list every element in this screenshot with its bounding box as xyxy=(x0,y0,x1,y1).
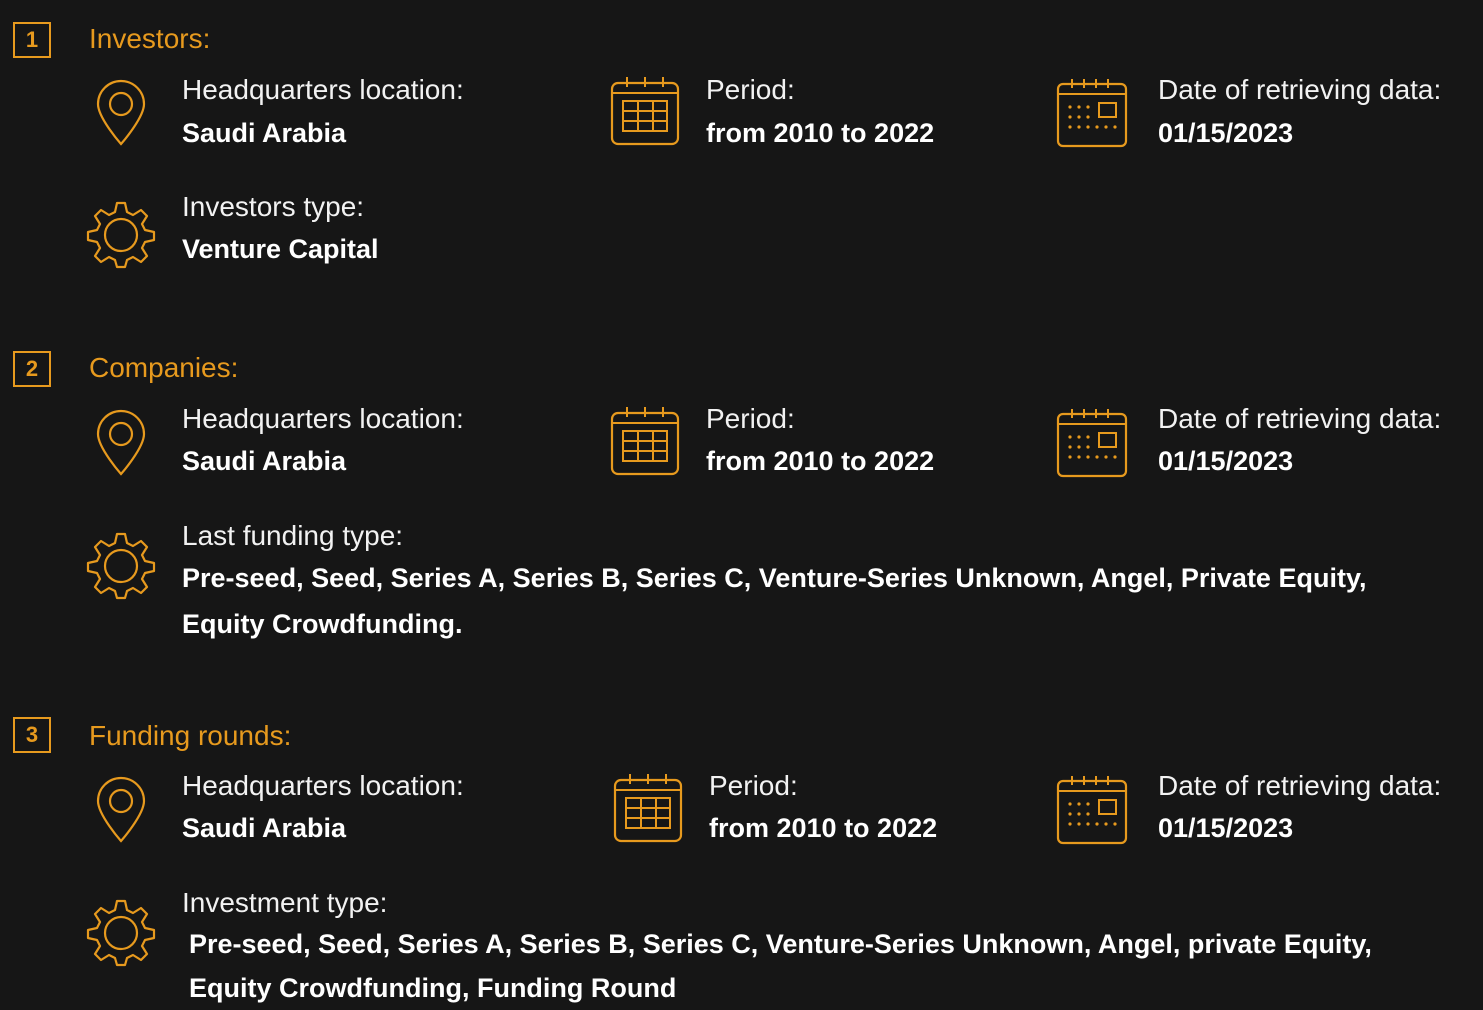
location-label: Headquarters location: xyxy=(182,770,464,801)
type-value: Pre-seed, Seed, Series A, Series B, Seri… xyxy=(189,929,1372,1003)
period-value: from 2010 to 2022 xyxy=(706,446,935,476)
period-value: from 2010 to 2022 xyxy=(709,813,938,843)
calendar-grid-icon xyxy=(609,75,681,147)
type-label: Investors type: xyxy=(182,191,365,222)
date-label: Date of retrieving data: xyxy=(1158,770,1442,801)
section-title: Investors: xyxy=(89,23,211,54)
location-label: Headquarters location: xyxy=(182,403,464,434)
period-value: from 2010 to 2022 xyxy=(706,118,935,148)
period-label: Period: xyxy=(706,403,795,434)
calendar-dots-icon xyxy=(1056,775,1128,845)
gear-icon xyxy=(86,199,156,269)
gear-icon xyxy=(86,897,156,967)
calendar-dots-icon xyxy=(1056,408,1128,478)
type-label: Investment type: xyxy=(182,887,388,918)
date-value: 01/15/2023 xyxy=(1158,813,1294,843)
gear-icon xyxy=(86,530,156,600)
location-value: Saudi Arabia xyxy=(182,118,347,148)
map-pin-icon xyxy=(94,408,148,478)
section-number-badge: 3 xyxy=(13,717,51,753)
calendar-grid-icon xyxy=(612,772,684,844)
period-label: Period: xyxy=(706,74,795,105)
type-value: Pre-seed, Seed, Series A, Series B, Seri… xyxy=(182,563,1367,639)
section-number-badge: 2 xyxy=(13,351,51,387)
section-number-badge: 1 xyxy=(13,22,51,58)
section-title: Companies: xyxy=(89,352,239,383)
date-value: 01/15/2023 xyxy=(1158,446,1294,476)
date-label: Date of retrieving data: xyxy=(1158,74,1442,105)
date-value: 01/15/2023 xyxy=(1158,118,1294,148)
type-label: Last funding type: xyxy=(182,520,404,551)
map-pin-icon xyxy=(94,775,148,845)
location-value: Saudi Arabia xyxy=(182,446,347,476)
location-value: Saudi Arabia xyxy=(182,813,347,843)
calendar-dots-icon xyxy=(1056,78,1128,148)
location-label: Headquarters location: xyxy=(182,74,464,105)
type-value: Venture Capital xyxy=(182,234,379,264)
section-title: Funding rounds: xyxy=(89,720,292,751)
map-pin-icon xyxy=(94,78,148,148)
date-label: Date of retrieving data: xyxy=(1158,403,1442,434)
period-label: Period: xyxy=(709,770,798,801)
calendar-grid-icon xyxy=(609,405,681,477)
